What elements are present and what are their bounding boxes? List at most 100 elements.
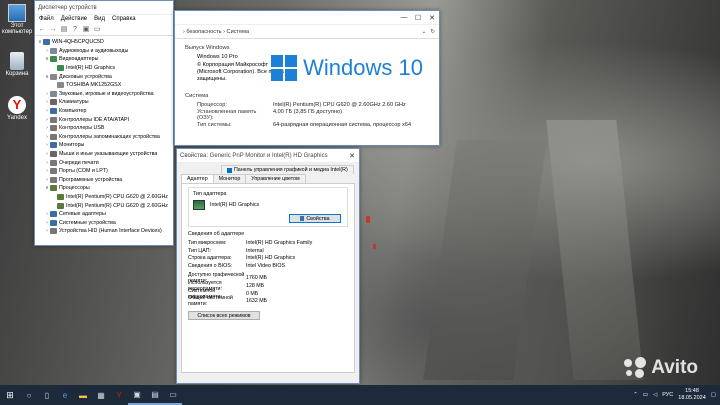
- monitor-icon[interactable]: ▭: [93, 26, 101, 34]
- tree-item-label: Intel(R) Pentium(R) CPU G620 @ 2.60GHz: [66, 193, 168, 200]
- recycle-bin-icon: [10, 52, 24, 70]
- edge-icon[interactable]: e: [56, 385, 74, 405]
- tree-item[interactable]: › Контроллеры IDE ATA/ATAPI: [37, 115, 171, 124]
- device-icon: [50, 133, 57, 140]
- tree-item[interactable]: › Очереди печати: [37, 158, 171, 167]
- title-bar[interactable]: — ☐ ✕: [175, 11, 439, 25]
- computer-icon: [8, 4, 26, 22]
- tree-item[interactable]: ∨ Дисковые устройства: [37, 72, 171, 81]
- tree-item[interactable]: Intel(R) Pentium(R) CPU G620 @ 2.60GHz: [37, 193, 171, 202]
- tree-item[interactable]: Intel(R) HD Graphics: [37, 64, 171, 73]
- tree-item[interactable]: TOSHIBA MK1252GSX: [37, 81, 171, 90]
- dialog-title: Свойства: Generic PnP Monitor и Intel(R)…: [180, 152, 328, 159]
- cliff-shading: [423, 140, 547, 380]
- tree-item[interactable]: ∨ WIN-4QH5CPQUC5D: [37, 38, 171, 47]
- intel-icon: [227, 167, 232, 173]
- title-bar[interactable]: Диспетчер устройств: [35, 1, 173, 15]
- tree-item-label: Очереди печати: [59, 159, 99, 166]
- chevron-up-icon[interactable]: ⌃: [633, 392, 638, 398]
- tab-monitor[interactable]: Монитор: [212, 174, 247, 183]
- adapter-info-row: Общей системной памяти: 1632 МБ: [188, 295, 348, 308]
- tab-label: Адаптер: [187, 176, 208, 182]
- back-icon[interactable]: ←: [38, 26, 46, 34]
- tree-item[interactable]: › Мониторы: [37, 141, 171, 150]
- tree-item[interactable]: ∨ Видеоадаптеры: [37, 55, 171, 64]
- menu-help[interactable]: Справка: [112, 16, 136, 24]
- close-icon[interactable]: ✕: [345, 149, 359, 162]
- properties-icon[interactable]: ▤: [60, 26, 68, 34]
- system-taskbar-icon[interactable]: ▤: [146, 385, 164, 405]
- tab-adapter[interactable]: Адаптер: [181, 174, 214, 183]
- info-value: 128 МБ: [246, 282, 265, 289]
- tree-item[interactable]: › Системные устройства: [37, 218, 171, 227]
- properties-button[interactable]: Свойства: [289, 214, 341, 223]
- info-key: Тип ЦАП:: [188, 247, 211, 254]
- tree-item[interactable]: › Мыши и иные указывающие устройства: [37, 150, 171, 159]
- maximize-icon[interactable]: ☐: [411, 11, 425, 24]
- tree-item[interactable]: ∨ Процессоры: [37, 184, 171, 193]
- info-key: Строка адаптера:: [188, 255, 232, 262]
- file-explorer-icon[interactable]: ▬: [74, 385, 92, 405]
- tree-item[interactable]: › Порты (COM и LPT): [37, 167, 171, 176]
- scan-icon[interactable]: ▣: [82, 26, 90, 34]
- adapter-info-row: Сведения о BIOS: Intel Video BIOS: [188, 262, 348, 270]
- tab-intel-graphics-panel[interactable]: Панель управления графикой и медиа Intel…: [221, 165, 354, 174]
- info-key: Общей системной памяти:: [188, 295, 233, 308]
- display-properties-taskbar-icon[interactable]: ▭: [164, 385, 182, 405]
- help-icon[interactable]: ?: [71, 26, 79, 34]
- minimize-icon[interactable]: —: [397, 11, 411, 24]
- language-indicator[interactable]: РУС: [662, 392, 673, 398]
- taskbar: ⊞ ○ ▯ e ▬ ▦ Y ▣ ▤ ▭ ⌃ ▭ ◁ РУС 15:48 18.0…: [0, 385, 720, 405]
- network-icon[interactable]: ▭: [643, 392, 648, 398]
- device-manager-taskbar-icon[interactable]: ▣: [128, 385, 146, 405]
- forward-icon[interactable]: →: [49, 26, 57, 34]
- tree-item[interactable]: › Компьютер: [37, 107, 171, 116]
- tree-item-label: Звуковые, игровые и видеоустройства: [59, 90, 154, 97]
- refresh-icon[interactable]: ↻: [430, 29, 439, 35]
- yandex-icon: Y: [8, 96, 26, 114]
- tree-item[interactable]: › Контроллеры USB: [37, 124, 171, 133]
- tree-item[interactable]: › Устройства HID (Human Interface Devices…: [37, 227, 171, 236]
- close-icon[interactable]: ✕: [425, 11, 439, 24]
- task-view-icon[interactable]: ▯: [38, 385, 56, 405]
- tree-item[interactable]: › Звуковые, игровые и видеоустройства: [37, 90, 171, 99]
- tree-item[interactable]: › Программные устройства: [37, 176, 171, 185]
- tree-item[interactable]: › Сетевые адаптеры: [37, 210, 171, 219]
- list-all-modes-button[interactable]: Список всех режимов: [188, 311, 260, 321]
- info-value: 4,00 ГБ (3,85 ГБ доступно): [273, 109, 342, 115]
- notifications-icon[interactable]: ▢: [711, 392, 716, 398]
- info-value: Intel(R) HD Graphics: [246, 255, 296, 262]
- menu-bar: Файл Действие Вид Справка: [35, 15, 173, 25]
- search-icon[interactable]: ○: [20, 385, 38, 405]
- device-icon: [50, 159, 57, 166]
- device-icon: [57, 202, 64, 209]
- desktop-icon-recycle-bin[interactable]: Корзина: [2, 52, 32, 77]
- menu-view[interactable]: Вид: [94, 16, 105, 24]
- chevron-down-icon[interactable]: ⌄: [422, 29, 427, 35]
- tab-label: Управление цветом: [251, 176, 300, 182]
- menu-file[interactable]: Файл: [39, 16, 54, 24]
- tree-item[interactable]: › Аудиовходы и аудиовыходы: [37, 47, 171, 56]
- tree-item[interactable]: Intel(R) Pentium(R) CPU G620 @ 2.60GHz: [37, 201, 171, 210]
- tree-item-label: Процессоры: [59, 185, 90, 192]
- store-icon[interactable]: ▦: [92, 385, 110, 405]
- start-button[interactable]: ⊞: [0, 385, 20, 405]
- tree-item-label: TOSHIBA MK1252GSX: [66, 82, 122, 89]
- yandex-browser-icon[interactable]: Y: [110, 385, 128, 405]
- adapter-info: Тип микросхем: Intel(R) HD Graphics Famil…: [188, 239, 348, 270]
- menu-action[interactable]: Действие: [61, 16, 87, 24]
- desktop-icon-this-pc[interactable]: Этот компьютер: [2, 4, 32, 35]
- tree-item[interactable]: › Клавиатуры: [37, 98, 171, 107]
- title-bar[interactable]: Свойства: Generic PnP Monitor и Intel(R)…: [177, 149, 359, 163]
- tree-item[interactable]: › Контроллеры запоминающих устройства: [37, 133, 171, 142]
- address-bar[interactable]: › безопасность › Система ⌄ ↻: [175, 25, 439, 39]
- tab-color-management[interactable]: Управление цветом: [245, 174, 306, 183]
- desktop-icon-yandex[interactable]: Y Yandex: [2, 96, 32, 121]
- clock[interactable]: 15:48 18.05.2024: [678, 388, 706, 402]
- group-label: Тип адаптера: [193, 191, 227, 197]
- windows-start-icon: ⊞: [6, 389, 14, 400]
- tree-item-label: WIN-4QH5CPQUC5D: [52, 39, 104, 46]
- adapter-info-row: Тип ЦАП: Internal: [188, 247, 348, 255]
- volume-icon[interactable]: ◁: [653, 392, 657, 398]
- tree-item-label: Дисковые устройства: [59, 73, 112, 80]
